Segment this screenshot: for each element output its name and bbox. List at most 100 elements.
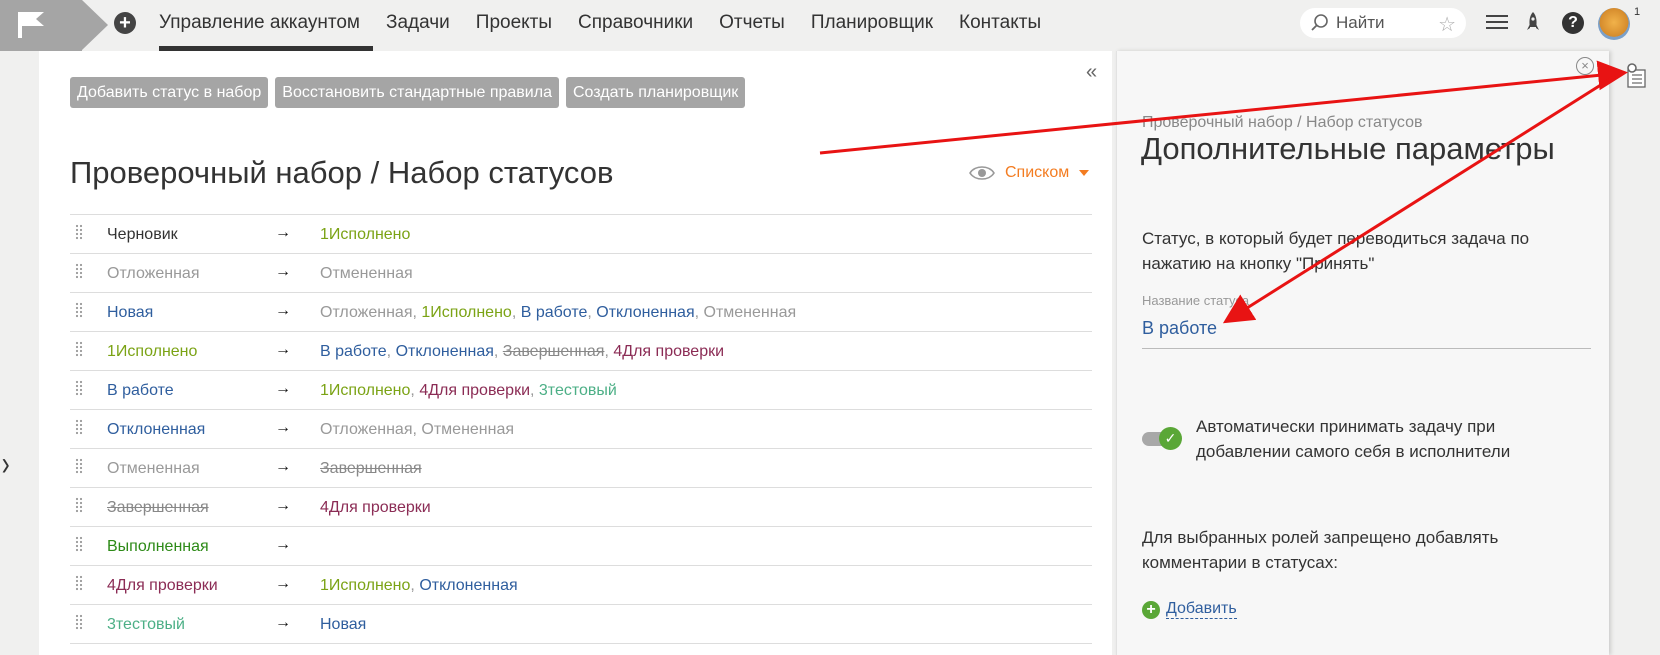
separator: , bbox=[493, 343, 503, 360]
drag-handle-icon[interactable] bbox=[75, 224, 83, 240]
from-status[interactable]: 4Для проверки bbox=[107, 577, 218, 595]
drag-handle-icon[interactable] bbox=[75, 419, 83, 435]
from-status[interactable]: В работе bbox=[107, 382, 174, 400]
arrow-right-icon: → bbox=[275, 224, 291, 241]
menu-icon[interactable] bbox=[1486, 11, 1508, 33]
table-row[interactable]: Черновик → 1Исполнено bbox=[70, 214, 1092, 254]
to-status: 1Исполнено bbox=[320, 382, 411, 399]
nav-item-3[interactable]: Справочники bbox=[565, 0, 706, 46]
to-statuses[interactable]: 1Исполнено, Отклоненная bbox=[320, 577, 518, 595]
help-icon[interactable]: ? bbox=[1562, 12, 1584, 34]
from-status[interactable]: Отмененная bbox=[107, 460, 200, 478]
page-title: Проверочный набор / Набор статусов bbox=[70, 155, 614, 190]
to-statuses[interactable]: Отмененная bbox=[320, 265, 413, 283]
to-status: Завершенная bbox=[502, 343, 605, 360]
to-statuses[interactable]: 4Для проверки bbox=[320, 499, 431, 517]
to-statuses[interactable]: Отложенная, Отмененная bbox=[320, 421, 514, 439]
nav-item-0[interactable]: Управление аккаунтом bbox=[159, 0, 373, 51]
restore-rules-button[interactable]: Восстановить стандартные правила bbox=[275, 77, 559, 108]
table-row[interactable]: Завершенная → 4Для проверки bbox=[70, 488, 1092, 527]
nav-item-2[interactable]: Проекты bbox=[463, 0, 565, 46]
to-statuses[interactable]: Завершенная bbox=[320, 460, 422, 478]
separator: , bbox=[604, 343, 614, 360]
arrow-right-icon: → bbox=[275, 380, 291, 397]
view-switch[interactable]: Списком bbox=[969, 164, 1090, 182]
chevron-down-icon bbox=[1079, 170, 1090, 176]
drag-handle-icon[interactable] bbox=[75, 263, 83, 279]
status-name-field[interactable]: В работе bbox=[1142, 318, 1591, 349]
to-statuses[interactable]: 1Исполнено bbox=[320, 226, 410, 244]
from-status[interactable]: Выполненная bbox=[107, 538, 209, 556]
toggle-text-line-1: Автоматически принимать задачу при bbox=[1196, 417, 1496, 436]
drag-handle-icon[interactable] bbox=[75, 614, 83, 630]
settings-list-icon[interactable] bbox=[1625, 62, 1647, 88]
to-status: 4Для проверки bbox=[320, 499, 431, 516]
table-row[interactable]: Отложенная → Отмененная bbox=[70, 254, 1092, 293]
logo-notch bbox=[82, 0, 108, 50]
nav-item-6[interactable]: Контакты bbox=[946, 0, 1054, 46]
to-statuses[interactable]: Отложенная, 1Исполнено, В работе, Отклон… bbox=[320, 304, 796, 322]
to-status: Отмененная bbox=[421, 421, 515, 438]
search-icon bbox=[1311, 14, 1328, 31]
arrow-right-icon: → bbox=[275, 419, 291, 436]
to-status: Отклоненная bbox=[419, 577, 518, 594]
table-row[interactable]: 1Исполнено → В работе, Отклоненная, Заверш… bbox=[70, 332, 1092, 371]
drag-handle-icon[interactable] bbox=[75, 380, 83, 396]
create-plus-icon[interactable]: + bbox=[114, 12, 136, 34]
drag-handle-icon[interactable] bbox=[75, 497, 83, 513]
panel-breadcrumb: Проверочный набор / Набор статусов bbox=[1142, 114, 1423, 131]
to-statuses[interactable]: 1Исполнено, 4Для проверки, 3тестовый bbox=[320, 382, 617, 400]
create-scheduler-button[interactable]: Создать планировщик bbox=[565, 77, 746, 108]
table-row[interactable]: 4Для проверки → 1Исполнено, Отклоненная bbox=[70, 566, 1092, 605]
from-status[interactable]: 1Исполнено bbox=[107, 343, 197, 361]
from-status[interactable]: Черновик bbox=[107, 226, 178, 244]
table-row[interactable]: Выполненная → bbox=[70, 527, 1092, 566]
table-row[interactable]: Новая → Отложенная, 1Исполнено, В работе, … bbox=[70, 293, 1092, 332]
drag-handle-icon[interactable] bbox=[75, 302, 83, 318]
from-status[interactable]: Отложенная bbox=[107, 265, 200, 283]
from-status[interactable]: Отклоненная bbox=[107, 421, 205, 439]
favorite-star-icon[interactable]: ☆ bbox=[1438, 12, 1456, 37]
avatar[interactable] bbox=[1598, 8, 1630, 40]
auto-accept-description: Автоматически принимать задачу при добав… bbox=[1196, 414, 1510, 464]
arrow-right-icon: → bbox=[275, 341, 291, 358]
drag-handle-icon[interactable] bbox=[75, 341, 83, 357]
expand-sidebar-chevron-icon[interactable]: › bbox=[2, 445, 10, 484]
nav-item-4[interactable]: Отчеты bbox=[706, 0, 798, 46]
table-row[interactable]: Отклоненная → Отложенная, Отмененная bbox=[70, 410, 1092, 449]
flag-logo-icon bbox=[18, 12, 44, 38]
roles-text-line-2: комментарии в статусах: bbox=[1142, 553, 1338, 572]
table-row[interactable]: В работе → 1Исполнено, 4Для проверки, 3тес… bbox=[70, 371, 1092, 410]
to-statuses[interactable]: Новая bbox=[320, 616, 366, 634]
to-status: 4Для проверки bbox=[419, 382, 531, 399]
close-icon[interactable]: × bbox=[1576, 57, 1594, 75]
drag-handle-icon[interactable] bbox=[75, 536, 83, 552]
to-status: 1Исполнено bbox=[320, 226, 411, 243]
add-role-label[interactable]: Добавить bbox=[1166, 600, 1237, 619]
to-status: Завершенная bbox=[320, 460, 422, 477]
search-box[interactable]: Найти ☆ bbox=[1300, 8, 1466, 38]
nav-item-5[interactable]: Планировщик bbox=[798, 0, 946, 46]
separator: , bbox=[410, 382, 420, 399]
drag-handle-icon[interactable] bbox=[75, 458, 83, 474]
from-status[interactable]: Новая bbox=[107, 304, 153, 322]
to-statuses[interactable]: В работе, Отклоненная, Завершенная, 4Для… bbox=[320, 343, 724, 361]
nav-item-1[interactable]: Задачи bbox=[373, 0, 463, 46]
auto-accept-toggle[interactable]: ✓ bbox=[1142, 427, 1182, 450]
add-role-link[interactable]: + Добавить bbox=[1142, 600, 1237, 619]
collapse-panel-icon[interactable]: « bbox=[1086, 61, 1097, 84]
check-icon: ✓ bbox=[1159, 427, 1182, 450]
arrow-right-icon: → bbox=[275, 614, 291, 631]
rocket-icon[interactable] bbox=[1525, 11, 1541, 39]
from-status[interactable]: 3тестовый bbox=[107, 616, 185, 634]
search-input[interactable]: Найти bbox=[1336, 13, 1385, 33]
add-status-button[interactable]: Добавить статус в набор bbox=[70, 77, 269, 108]
drag-handle-icon[interactable] bbox=[75, 575, 83, 591]
table-row[interactable]: 3тестовый → Новая bbox=[70, 605, 1092, 644]
to-status: Отложенная bbox=[320, 421, 413, 438]
table-row[interactable]: Отмененная → Завершенная bbox=[70, 449, 1092, 488]
view-mode-label[interactable]: Списком bbox=[1005, 164, 1069, 182]
from-status[interactable]: Завершенная bbox=[107, 499, 209, 517]
logo[interactable] bbox=[0, 0, 82, 51]
accept-text-line-1: Статус, в который будет переводиться зад… bbox=[1142, 229, 1530, 248]
